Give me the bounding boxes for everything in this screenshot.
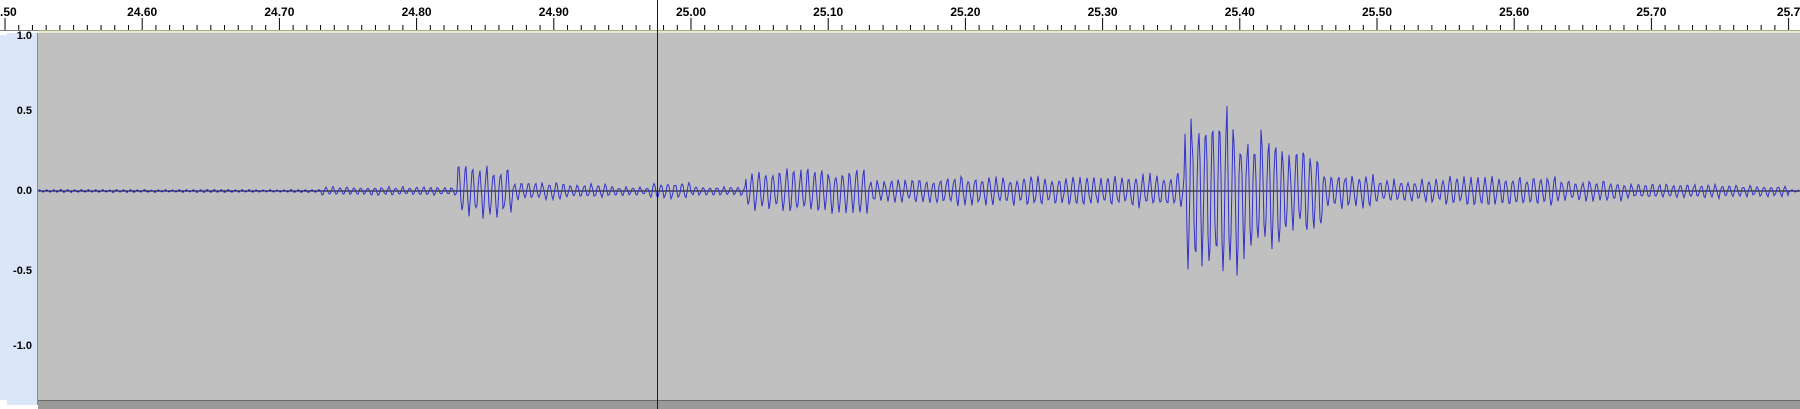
tick-label-13: 25.7 xyxy=(1776,5,1800,19)
amplitude-scale[interactable]: 1.0 0.5 0.0 -0.5 -1.0 xyxy=(7,30,38,405)
tick-label-5: 25.00 xyxy=(675,5,707,19)
tick-label-7: 25.20 xyxy=(950,5,981,19)
amplitude-label-neg-0-5: -0.5 xyxy=(13,265,32,277)
timeline-ruler[interactable]: 4.50 24.60 24.70 24.80 24.90 25.00 25.10… xyxy=(0,0,1800,31)
tick-label-11: 25.60 xyxy=(1499,5,1530,19)
amplitude-label-0-5: 0.5 xyxy=(16,105,32,117)
tick-label-4: 24.90 xyxy=(538,5,569,19)
track-bottom-border[interactable] xyxy=(38,400,1800,409)
waveform-display[interactable] xyxy=(38,33,1800,400)
tick-label-2: 24.70 xyxy=(264,5,295,19)
waveform xyxy=(38,105,1800,276)
audio-track[interactable]: 1.0 0.5 0.0 -0.5 -1.0 xyxy=(0,30,1800,409)
tick-label-3: 24.80 xyxy=(401,5,432,19)
audio-editor-window: 4.50 24.60 24.70 24.80 24.90 25.00 25.10… xyxy=(0,0,1800,409)
tick-label-10: 25.50 xyxy=(1361,5,1393,19)
tick-label-0: 4.50 xyxy=(0,5,17,19)
tick-label-1: 24.60 xyxy=(127,5,158,19)
tick-label-12: 25.70 xyxy=(1636,5,1667,19)
playback-cursor[interactable] xyxy=(656,0,658,409)
amplitude-label-0: 0.0 xyxy=(16,185,32,197)
amplitude-label-neg-1: -1.0 xyxy=(13,340,32,352)
amplitude-label-1: 1.0 xyxy=(16,30,32,42)
tick-label-9: 25.40 xyxy=(1224,5,1255,19)
tick-label-8: 25.30 xyxy=(1087,5,1118,19)
tick-label-6: 25.10 xyxy=(813,5,844,19)
